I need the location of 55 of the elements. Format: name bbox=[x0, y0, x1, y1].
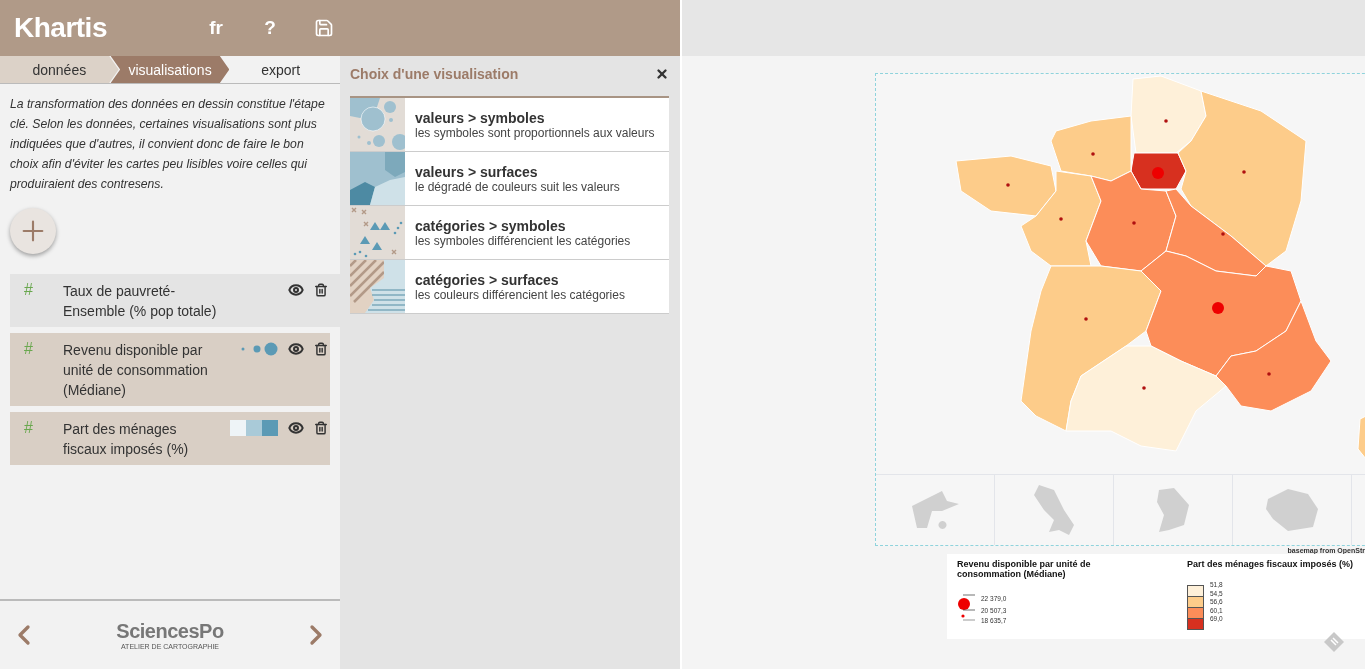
visualisation-option[interactable]: catégories > surfaces les couleurs différencient les catégories bbox=[350, 260, 669, 314]
legend-title: Part des ménages fiscaux imposés (%) bbox=[1187, 559, 1355, 569]
step-tab[interactable]: données bbox=[0, 56, 119, 83]
numeric-type-mark: # bbox=[23, 281, 34, 299]
island-map-drawing bbox=[910, 490, 960, 530]
shaded-areas-thumbnail-drawing bbox=[350, 152, 405, 205]
add-button[interactable] bbox=[10, 208, 56, 254]
option-title: catégories > surfaces bbox=[415, 271, 560, 288]
panel-title: Choix d'une visualisation bbox=[350, 66, 519, 82]
numeric-type-mark: # bbox=[23, 340, 34, 358]
visibility-button[interactable] bbox=[288, 281, 304, 299]
layer-name: Revenu disponible par unité de consommation (Médiane) bbox=[63, 341, 209, 400]
eye-icon bbox=[288, 420, 304, 436]
layer-name: Part des ménages fiscaux imposés (%) bbox=[63, 420, 190, 459]
intro-text: La transformation des données en dessin constitue l'étape clé. Selon les données, certaines visualisations sont plus indiquées que d'autres, il convient donc de faire le bon choix afin d'éviter les cartes peu lisibles voire celles qui produiraient des contresens. bbox=[10, 96, 326, 193]
island-map-drawing bbox=[1265, 488, 1319, 532]
visualisation-option[interactable]: valeurs > surfaces le dégradé de couleurs suit les valeurs bbox=[350, 152, 669, 206]
brand-name: SciencesPo bbox=[116, 620, 224, 643]
layer-item[interactable]: # Revenu disponible par unité de consommation (Médiane) bbox=[10, 333, 330, 406]
layer-item[interactable]: # Taux de pauvreté-Ensemble (% pop totale) bbox=[10, 274, 340, 327]
visibility-button[interactable] bbox=[288, 340, 304, 358]
delete-button[interactable] bbox=[314, 419, 328, 437]
option-description: les couleurs différencient les catégories bbox=[415, 287, 625, 302]
app-logo: Khartis bbox=[14, 12, 108, 44]
close-icon bbox=[655, 67, 669, 81]
numeric-type-mark: # bbox=[23, 419, 34, 437]
layer-item[interactable]: # Part des ménages fiscaux imposés (%) bbox=[10, 412, 330, 465]
category-symbols-thumbnail-drawing bbox=[350, 206, 405, 259]
eye-icon bbox=[288, 282, 304, 298]
layer-name: Taux de pauvreté-Ensemble (% pop totale) bbox=[63, 282, 218, 321]
save-icon bbox=[314, 18, 334, 38]
visualisation-option[interactable]: valeurs > symboles les symboles sont proportionnels aux valeurs bbox=[350, 98, 669, 152]
option-description: les symboles sont proportionnels aux valeurs bbox=[415, 125, 655, 140]
legend-title: Revenu disponible par unité de consommation (Médiane) bbox=[957, 559, 1092, 579]
option-description: le dégradé de couleurs suit les valeurs bbox=[415, 179, 620, 194]
close-button[interactable] bbox=[655, 67, 669, 81]
category-areas-thumbnail-drawing bbox=[350, 260, 405, 313]
trash-icon bbox=[314, 421, 328, 435]
visualisation-option[interactable]: catégories > symboles les symboles différencient les catégories bbox=[350, 206, 669, 260]
delete-button[interactable] bbox=[314, 281, 328, 299]
color-ramp-icon bbox=[230, 420, 278, 436]
step-tab[interactable]: visualisations bbox=[110, 56, 230, 83]
trash-icon bbox=[314, 342, 328, 356]
proportional-circles-thumbnail-drawing bbox=[350, 98, 405, 151]
delete-button[interactable] bbox=[314, 340, 328, 358]
circle-sizes-icon bbox=[240, 342, 278, 356]
island-map-drawing bbox=[1033, 484, 1075, 536]
trash-icon bbox=[314, 283, 328, 297]
visibility-button[interactable] bbox=[288, 419, 304, 437]
eye-icon bbox=[288, 341, 304, 357]
option-title: valeurs > surfaces bbox=[415, 163, 539, 180]
option-description: les symboles différencient les catégories bbox=[415, 233, 631, 248]
option-title: catégories > symboles bbox=[415, 217, 567, 234]
island-map-drawing bbox=[1156, 487, 1190, 533]
option-title: valeurs > symboles bbox=[415, 109, 546, 126]
